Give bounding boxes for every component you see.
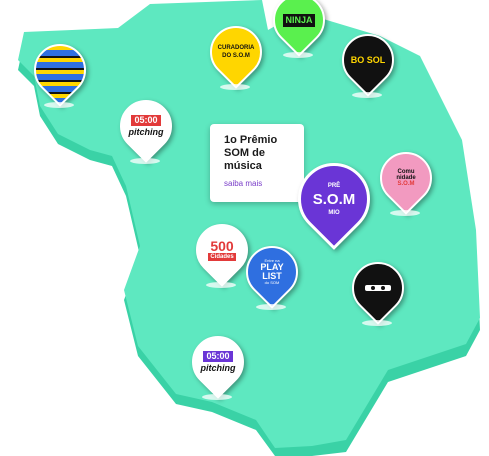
- pin-pitching-top-time: 05:00: [131, 115, 161, 126]
- pin-playlist[interactable]: Entre na PLAY LIST do SOM: [235, 235, 309, 318]
- pin-pitching-top[interactable]: 05:00 pitching: [109, 89, 183, 172]
- pin-comunidade-line3: S.O.M: [397, 181, 415, 187]
- pin-pitching-top-label: pitching: [128, 127, 164, 137]
- pin-curadoria-line1: CURADORIA: [217, 45, 255, 51]
- pin-cidades-label: Cidades: [208, 253, 236, 261]
- mask-eyes-icon: [365, 285, 391, 291]
- saiba-mais-link[interactable]: saiba mais: [224, 179, 262, 188]
- pin-comunidade[interactable]: Comu nidade S.O.M: [369, 141, 443, 224]
- pin-bom-sol[interactable]: BO SOL: [331, 23, 405, 106]
- pin-premio-som[interactable]: PRÊ S.O.M MIO: [283, 148, 385, 255]
- pin-pitching-bottom-time: 05:00: [203, 351, 233, 362]
- pin-mask[interactable]: [341, 251, 415, 334]
- pin-pattern[interactable]: [23, 33, 97, 116]
- pin-pitching-bottom[interactable]: 05:00 pitching: [181, 325, 255, 408]
- pin-ninja[interactable]: NINJA: [262, 0, 336, 66]
- pin-pitching-bottom-label: pitching: [200, 363, 236, 373]
- pin-curadoria-line2: DO S.O.M: [222, 53, 250, 59]
- pin-500-cidades[interactable]: 500 Cidades: [185, 213, 259, 296]
- award-card: 1o Prêmio SOM de música saiba mais: [210, 124, 304, 202]
- pin-premio-main: S.O.M: [312, 190, 356, 208]
- pin-cidades-num: 500: [210, 238, 234, 254]
- pin-premio-top: PRÊ: [327, 182, 341, 189]
- pin-premio-bottom: MIO: [328, 209, 340, 216]
- pin-bom-sol-label: BO SOL: [350, 54, 386, 65]
- pin-curadoria[interactable]: CURADORIA DO S.O.M: [199, 15, 273, 98]
- award-card-title: 1o Prêmio SOM de música: [224, 134, 278, 173]
- pin-ninja-label: NINJA: [283, 13, 315, 27]
- pin-playlist-sub: do SOM: [264, 280, 280, 285]
